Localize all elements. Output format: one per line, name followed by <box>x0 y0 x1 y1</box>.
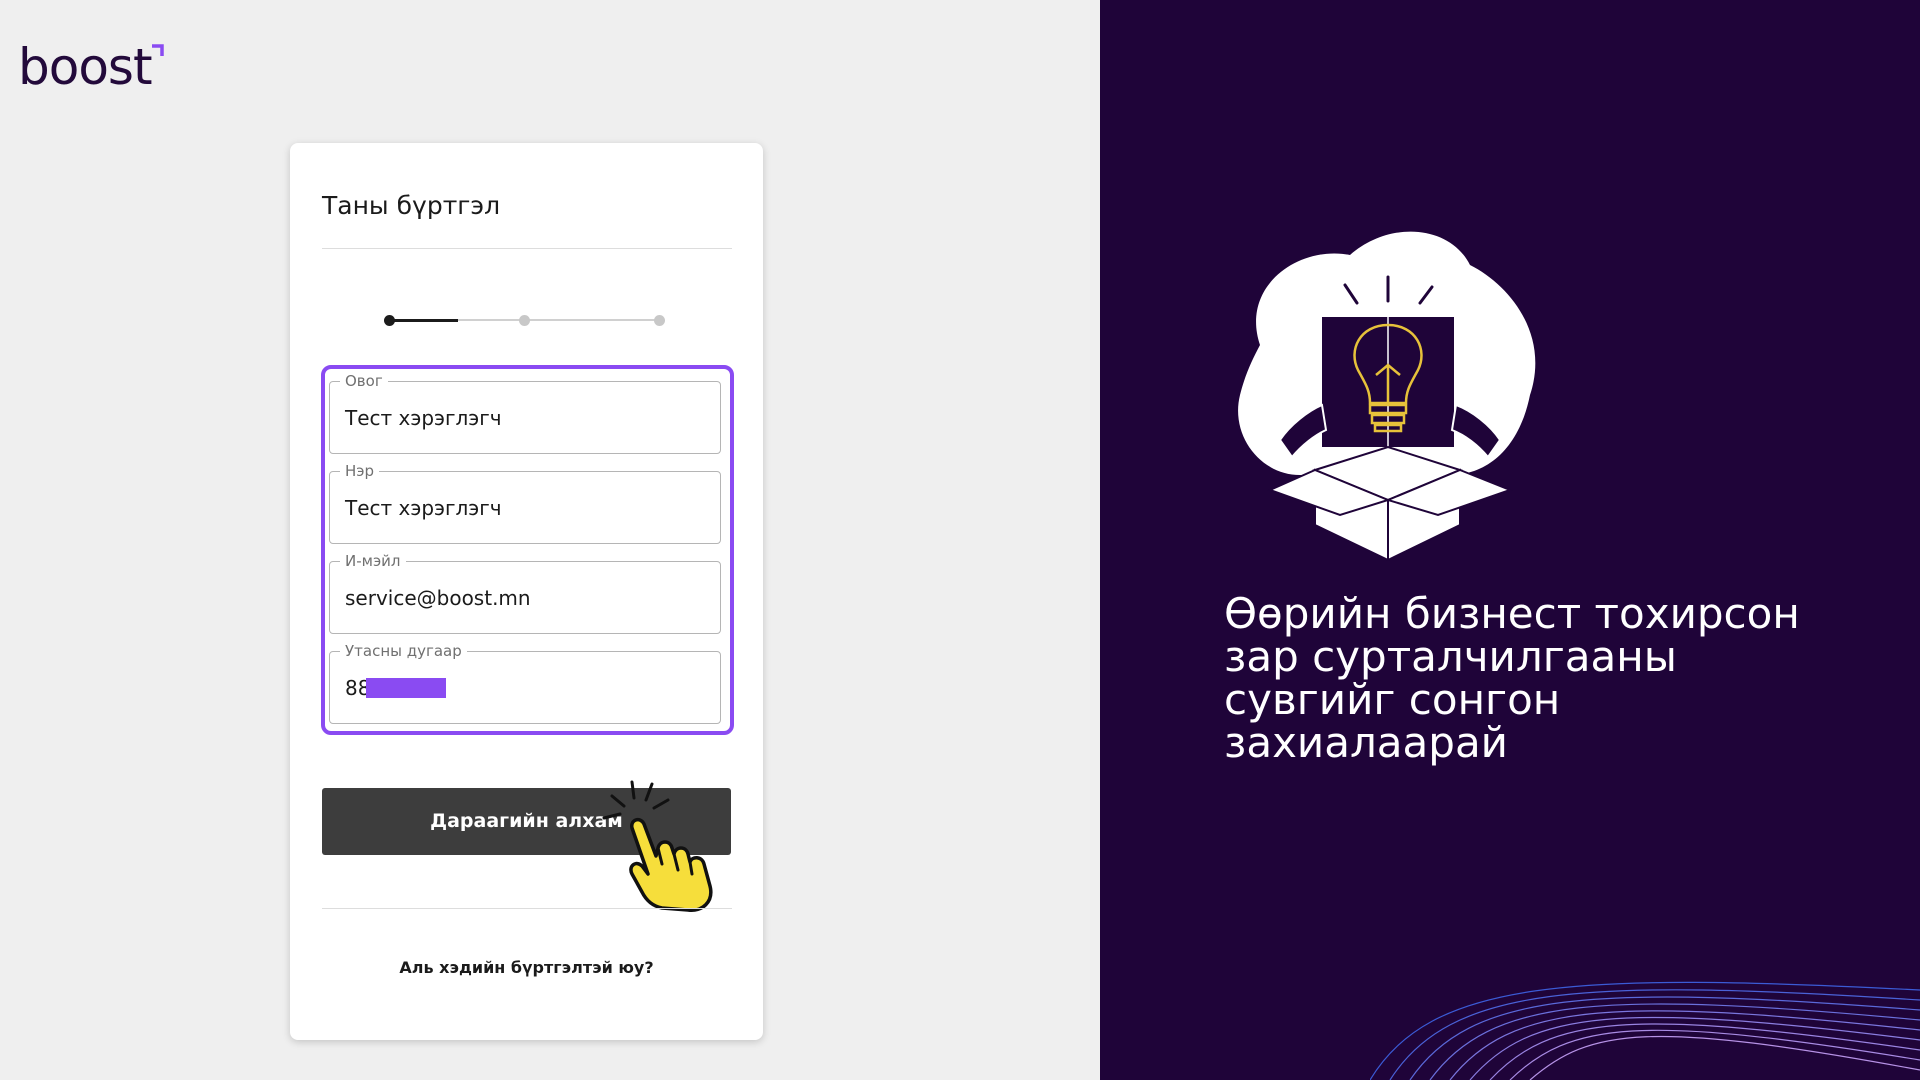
already-registered-link[interactable]: Аль хэдийн бүртгэлтэй юу? <box>290 958 763 977</box>
registration-card: Таны бүртгэл Овог Тест хэрэглэгч Нэр Тес… <box>290 143 763 1040</box>
logo-corner-mark-icon <box>152 44 164 56</box>
logo-text: boost <box>18 38 153 96</box>
progress-stepper <box>384 313 674 327</box>
divider <box>322 248 732 249</box>
fields-highlight-box: Овог Тест хэрэглэгч Нэр Тест хэрэглэгч И… <box>321 365 734 735</box>
firstname-label: Нэр <box>340 462 380 480</box>
left-panel: boost Таны бүртгэл Овог Тест хэрэглэгч Н… <box>0 0 1100 1080</box>
step-1-dot <box>384 315 395 326</box>
logo[interactable]: boost <box>18 42 153 92</box>
phone-label: Утасны дугаар <box>340 642 467 660</box>
page-title: Таны бүртгэл <box>322 191 501 220</box>
redaction-mask <box>366 678 447 698</box>
lightbulb-box-illustration <box>1238 231 1536 562</box>
page: boost Таны бүртгэл Овог Тест хэрэглэгч Н… <box>0 0 1920 1080</box>
phone-value-wrap: 88 <box>345 676 447 700</box>
firstname-field[interactable]: Нэр Тест хэрэглэгч <box>329 462 721 544</box>
promo-tagline: Өөрийн бизнест тохирсон зар сурталчилгаа… <box>1224 589 1800 767</box>
step-3-dot <box>654 315 665 326</box>
email-label: И-мэйл <box>340 552 406 570</box>
stepper-track-progress <box>388 319 458 322</box>
firstname-value: Тест хэрэглэгч <box>345 496 502 520</box>
email-value: service@boost.mn <box>345 586 531 610</box>
divider <box>322 908 732 909</box>
step-2-dot <box>519 315 530 326</box>
decorative-waves <box>1370 981 1920 1080</box>
lastname-field[interactable]: Овог Тест хэрэглэгч <box>329 372 721 454</box>
lastname-value: Тест хэрэглэгч <box>345 406 502 430</box>
right-panel: Өөрийн бизнест тохирсон зар сурталчилгаа… <box>1100 0 1920 1080</box>
phone-field[interactable]: Утасны дугаар 88 <box>329 642 721 724</box>
email-field[interactable]: И-мэйл service@boost.mn <box>329 552 721 634</box>
lastname-label: Овог <box>340 372 388 390</box>
pointer-hand-icon <box>602 780 713 912</box>
